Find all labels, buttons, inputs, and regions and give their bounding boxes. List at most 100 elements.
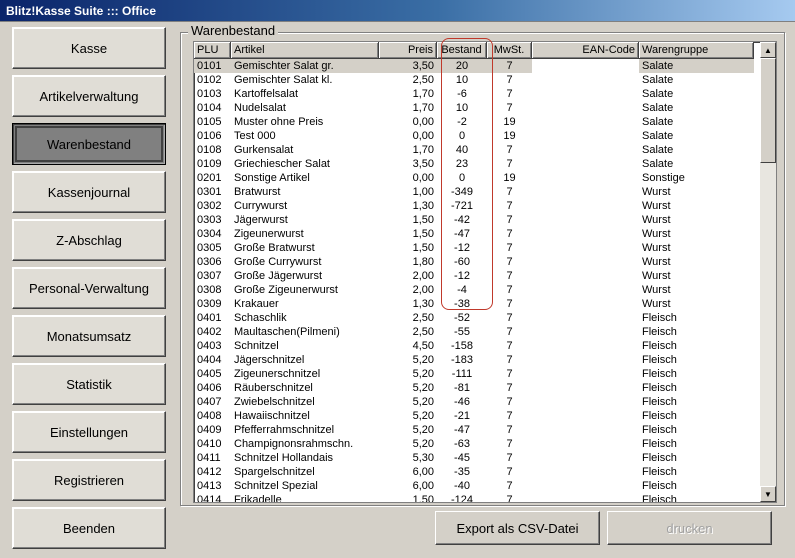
cell-ean-code xyxy=(532,479,639,493)
cell-ean-code xyxy=(532,451,639,465)
cell-bestand: -35 xyxy=(454,466,470,478)
column-header-ean-code[interactable]: EAN-Code xyxy=(532,42,639,59)
table-row[interactable]: 0409 Pfefferrahmschnitzel 5,20 -47 7 Fleisch xyxy=(194,423,754,437)
column-header-plu[interactable]: PLU xyxy=(194,42,231,59)
table-row[interactable]: 0408 Hawaiischnitzel 5,20 -21 7 Fleisch xyxy=(194,409,754,423)
sidebar-item-statistik[interactable]: Statistik xyxy=(12,363,166,405)
cell-mwst-: 7 xyxy=(506,312,513,324)
scroll-thumb[interactable] xyxy=(760,58,776,163)
table-row[interactable]: 0407 Zwiebelschnitzel 5,20 -46 7 Fleisch xyxy=(194,395,754,409)
cell-ean-code xyxy=(532,171,639,185)
table-row[interactable]: 0308 Große Zigeunerwurst 2,00 -4 7 Wurst xyxy=(194,283,754,297)
table-row[interactable]: 0103 Kartoffelsalat 1,70 -6 7 Salate xyxy=(194,87,754,101)
table-row[interactable]: 0101 Gemischter Salat gr. 3,50 20 7 Salate xyxy=(194,59,754,73)
table-row[interactable]: 0413 Schnitzel Spezial 6,00 -40 7 Fleisch xyxy=(194,479,754,493)
sidebar-item-artikelverwaltung[interactable]: Artikelverwaltung xyxy=(12,75,166,117)
cell-warengruppe: Fleisch xyxy=(642,368,677,380)
cell-mwst-: 7 xyxy=(506,466,513,478)
cell-preis: 3,50 xyxy=(412,60,434,72)
stock-list[interactable]: PLU Artikel Preis Bestand MwSt. EAN-Code Waren… xyxy=(193,41,777,503)
cell-preis: 5,20 xyxy=(412,396,434,408)
sidebar-item-kassenjournal[interactable]: Kassenjournal xyxy=(12,171,166,213)
cell-mwst-: 7 xyxy=(506,256,513,268)
table-row[interactable]: 0307 Große Jägerwurst 2,00 -12 7 Wurst xyxy=(194,269,754,283)
table-row[interactable]: 0301 Bratwurst 1,00 -349 7 Wurst xyxy=(194,185,754,199)
cell-mwst-: 7 xyxy=(506,60,513,72)
table-row[interactable]: 0109 Griechiescher Salat 3,50 23 7 Salate xyxy=(194,157,754,171)
cell-mwst-: 7 xyxy=(506,382,513,394)
window-title: Blitz!Kasse Suite ::: Office xyxy=(6,4,157,18)
table-row[interactable]: 0105 Muster ohne Preis 0,00 -2 19 Salate xyxy=(194,115,754,129)
cell-ean-code xyxy=(532,353,639,367)
cell-preis: 1,70 xyxy=(412,144,434,156)
cell-bestand: 0 xyxy=(458,172,466,184)
column-header-warengruppe[interactable]: Warengruppe xyxy=(639,42,754,59)
column-header-preis[interactable]: Preis xyxy=(379,42,437,59)
cell-mwst-: 7 xyxy=(506,354,513,366)
cell-bestand: -60 xyxy=(454,256,470,268)
cell-ean-code xyxy=(532,283,639,297)
sidebar-item-personal-verwaltung[interactable]: Personal-Verwaltung xyxy=(12,267,166,309)
sidebar-item-kasse[interactable]: Kasse xyxy=(12,27,166,69)
table-row[interactable]: 0302 Currywurst 1,30 -721 7 Wurst xyxy=(194,199,754,213)
cell-mwst-: 7 xyxy=(506,186,513,198)
vertical-scrollbar[interactable]: ▲ ▼ xyxy=(760,42,776,502)
cell-bestand: -124 xyxy=(450,494,474,503)
table-row[interactable]: 0106 Test 000 0,00 0 19 Salate xyxy=(194,129,754,143)
table-row[interactable]: 0406 Räuberschnitzel 5,20 -81 7 Fleisch xyxy=(194,381,754,395)
cell-mwst-: 7 xyxy=(506,284,513,296)
table-row[interactable]: 0411 Schnitzel Hollandais 5,30 -45 7 Fleisch xyxy=(194,451,754,465)
table-row[interactable]: 0201 Sonstige Artikel 0,00 0 19 Sonstige xyxy=(194,171,754,185)
scroll-down-arrow-icon[interactable]: ▼ xyxy=(760,486,776,502)
cell-warengruppe: Fleisch xyxy=(642,424,677,436)
table-row[interactable]: 0108 Gurkensalat 1,70 40 7 Salate xyxy=(194,143,754,157)
table-row[interactable]: 0414 Frikadelle 1,50 -124 7 Fleisch xyxy=(194,493,754,503)
cell-plu: 0101 xyxy=(197,60,222,72)
sidebar-item-registrieren[interactable]: Registrieren xyxy=(12,459,166,501)
cell-ean-code xyxy=(532,423,639,437)
sidebar-item-beenden[interactable]: Beenden xyxy=(12,507,166,549)
table-row[interactable]: 0412 Spargelschnitzel 6,00 -35 7 Fleisch xyxy=(194,465,754,479)
cell-warengruppe: Fleisch xyxy=(642,410,677,422)
export-csv-button[interactable]: Export als CSV-Datei xyxy=(435,511,600,545)
column-header-mwst-[interactable]: MwSt. xyxy=(487,42,532,59)
cell-preis: 5,20 xyxy=(412,438,434,450)
cell-mwst-: 7 xyxy=(506,298,513,310)
cell-warengruppe: Fleisch xyxy=(642,382,677,394)
column-header-artikel[interactable]: Artikel xyxy=(231,42,379,59)
sidebar-item-einstellungen[interactable]: Einstellungen xyxy=(12,411,166,453)
table-row[interactable]: 0403 Schnitzel 4,50 -158 7 Fleisch xyxy=(194,339,754,353)
scroll-up-arrow-icon[interactable]: ▲ xyxy=(760,42,776,58)
table-row[interactable]: 0303 Jägerwurst 1,50 -42 7 Wurst xyxy=(194,213,754,227)
cell-plu: 0307 xyxy=(197,270,222,282)
cell-preis: 2,50 xyxy=(412,74,434,86)
table-row[interactable]: 0305 Große Bratwurst 1,50 -12 7 Wurst xyxy=(194,241,754,255)
cell-bestand: -46 xyxy=(454,396,470,408)
cell-artikel: Gurkensalat xyxy=(234,144,294,156)
table-row[interactable]: 0304 Zigeunerwurst 1,50 -47 7 Wurst xyxy=(194,227,754,241)
table-row[interactable]: 0402 Maultaschen(Pilmeni) 2,50 -55 7 Fleisch xyxy=(194,325,754,339)
sidebar-item-z-abschlag[interactable]: Z-Abschlag xyxy=(12,219,166,261)
cell-warengruppe: Salate xyxy=(642,144,674,156)
cell-artikel: Sonstige Artikel xyxy=(234,172,310,184)
sidebar-item-monatsumsatz[interactable]: Monatsumsatz xyxy=(12,315,166,357)
cell-bestand: -183 xyxy=(450,354,474,366)
cell-bestand: -21 xyxy=(454,410,470,422)
table-row[interactable]: 0102 Gemischter Salat kl. 2,50 10 7 Salate xyxy=(194,73,754,87)
cell-preis: 1,30 xyxy=(412,200,434,212)
table-row[interactable]: 0309 Krakauer 1,30 -38 7 Wurst xyxy=(194,297,754,311)
cell-mwst-: 7 xyxy=(506,480,513,492)
cell-mwst-: 7 xyxy=(506,88,513,100)
table-row[interactable]: 0306 Große Currywurst 1,80 -60 7 Wurst xyxy=(194,255,754,269)
cell-plu: 0412 xyxy=(197,466,222,478)
cell-preis: 1,50 xyxy=(412,214,434,226)
table-row[interactable]: 0405 Zigeunerschnitzel 5,20 -111 7 Fleisch xyxy=(194,367,754,381)
table-row[interactable]: 0104 Nudelsalat 1,70 10 7 Salate xyxy=(194,101,754,115)
table-row[interactable]: 0410 Champignonsrahmschn. 5,20 -63 7 Fleisch xyxy=(194,437,754,451)
cell-ean-code xyxy=(532,87,639,101)
table-row[interactable]: 0401 Schaschlik 2,50 -52 7 Fleisch xyxy=(194,311,754,325)
table-row[interactable]: 0404 Jägerschnitzel 5,20 -183 7 Fleisch xyxy=(194,353,754,367)
print-button[interactable]: drucken xyxy=(607,511,772,545)
column-header-bestand[interactable]: Bestand xyxy=(437,42,487,59)
sidebar-item-warenbestand[interactable]: Warenbestand xyxy=(12,123,166,165)
